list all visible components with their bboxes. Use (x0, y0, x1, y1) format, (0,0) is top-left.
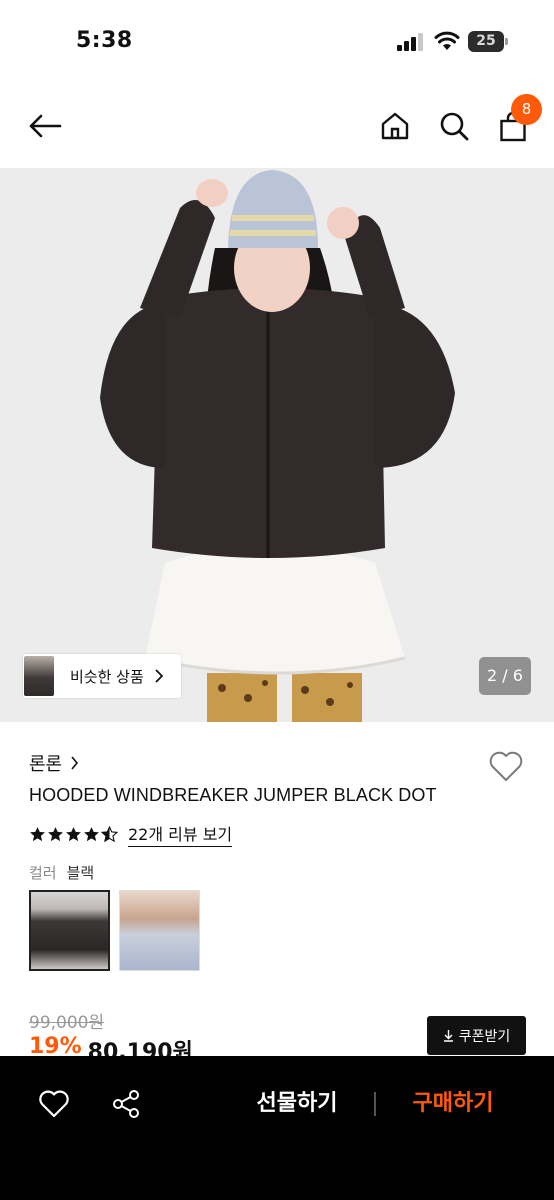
color-label: 컬러 (29, 864, 57, 882)
half-star-icon (101, 825, 118, 842)
signal-icon (397, 33, 423, 51)
top-nav (0, 84, 554, 168)
bottom-wishlist-button[interactable] (38, 1089, 70, 1119)
heart-icon (489, 751, 523, 781)
star-icon (48, 826, 63, 841)
brand-name: 론론 (29, 754, 63, 775)
chevron-right-icon (71, 756, 79, 770)
coupon-label: 쿠폰받기 (458, 1028, 511, 1045)
status-bar: 5:38 25 (0, 0, 554, 84)
brand-link[interactable]: 론론 (29, 750, 79, 776)
color-swatch-black[interactable] (29, 890, 110, 971)
battery-level: 25 (468, 31, 504, 52)
rating-row: 22개 리뷰 보기 (29, 821, 233, 847)
wishlist-button[interactable] (488, 749, 524, 783)
chevron-right-icon (155, 669, 164, 683)
original-price: 99,000원 (29, 1013, 105, 1033)
image-page-indicator: 2 / 6 (479, 657, 531, 695)
cart-count-badge: 8 (511, 94, 542, 125)
similar-products-button[interactable]: 비슷한 상품 (23, 654, 181, 698)
color-swatch-alt[interactable] (119, 890, 200, 971)
review-link[interactable]: 22개 리뷰 보기 (128, 821, 233, 847)
back-button[interactable] (26, 108, 64, 144)
home-button[interactable] (376, 106, 414, 146)
battery-icon: 25 (468, 31, 508, 52)
buy-button[interactable]: 구매하기 (400, 1086, 506, 1122)
share-button[interactable] (110, 1088, 142, 1120)
star-icon (30, 826, 45, 841)
similar-products-label: 비슷한 상품 (70, 667, 144, 686)
product-title: HOODED WINDBREAKER JUMPER BLACK DOT (29, 785, 437, 805)
divider (374, 1092, 376, 1116)
similar-product-thumbnail (24, 656, 54, 696)
search-button[interactable] (434, 106, 474, 146)
wifi-icon (434, 31, 460, 50)
status-time: 5:38 (76, 28, 133, 53)
selected-color: 블랙 (66, 864, 95, 882)
product-photo (0, 168, 554, 722)
product-image-gallery[interactable]: 비슷한 상품 2 / 6 (0, 168, 554, 722)
back-arrow-icon (29, 114, 62, 138)
gift-button[interactable]: 선물하기 (244, 1086, 350, 1122)
star-icon (84, 826, 99, 841)
coupon-button[interactable]: 쿠폰받기 (427, 1016, 526, 1055)
color-option-row: 컬러 블랙 (29, 862, 94, 883)
home-icon (381, 112, 409, 140)
search-icon (440, 112, 469, 141)
bottom-action-bar: 선물하기 구매하기 (0, 1056, 554, 1200)
rating-stars (29, 825, 118, 843)
star-icon (66, 826, 81, 841)
download-icon (443, 1030, 453, 1042)
share-icon (113, 1090, 139, 1118)
heart-icon (39, 1090, 69, 1118)
